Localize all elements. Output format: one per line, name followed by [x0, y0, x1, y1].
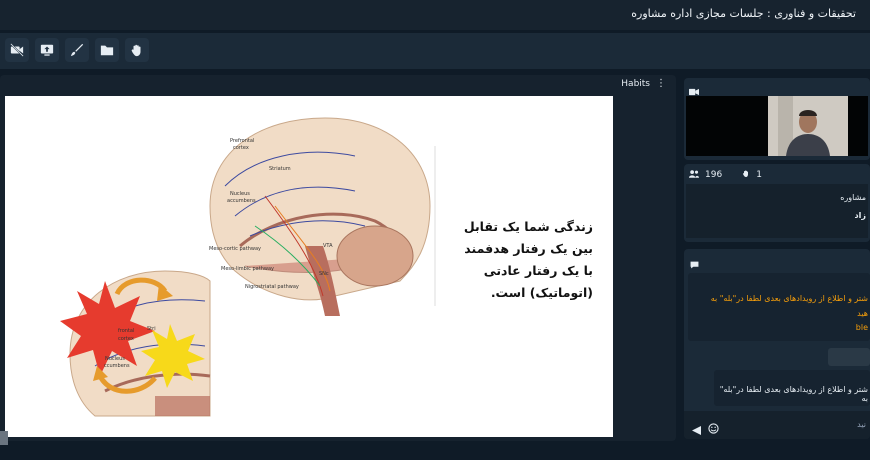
label-cortex: cortex	[233, 145, 249, 151]
raised-hands-count: 1	[756, 170, 762, 180]
chat-reply-bubble	[828, 348, 870, 366]
camera-off-icon	[10, 43, 24, 57]
folder-icon	[100, 45, 114, 56]
webcam-panel	[684, 78, 870, 160]
emoji-icon[interactable]	[708, 419, 719, 438]
share-screen-icon	[40, 44, 54, 56]
label-mesolimbic: Meso-limbic pathway	[221, 266, 274, 272]
chat-message-line: ble	[855, 323, 868, 332]
participants-panel: 196 1 مشاوره زاد	[684, 164, 870, 242]
label-nigrostriatal: Nigrostriatal pathway	[245, 284, 299, 290]
users-icon	[689, 169, 699, 181]
label-frontal-2: frontal	[118, 328, 135, 334]
stage-title: Habits	[621, 78, 650, 89]
whiteboard-brush-button[interactable]	[65, 38, 89, 62]
chat-icon	[690, 254, 699, 273]
chat-message-line: شتر و اطلاع از رویدادهای بعدی لطفا در"بل…	[719, 385, 868, 403]
more-options-icon[interactable]: ⋮	[656, 78, 666, 89]
scroll-handle[interactable]	[0, 431, 8, 445]
label-striatum: Striatum	[269, 166, 291, 172]
hand-raised-icon	[742, 169, 750, 181]
presenter-video	[768, 96, 848, 156]
stage-header: Habits ⋮	[621, 78, 666, 89]
brush-icon	[70, 43, 84, 57]
slide-line: بین یک رفتار هدفمند	[464, 241, 593, 256]
bottom-bar	[0, 431, 870, 460]
chat-input[interactable]: نید	[857, 420, 866, 429]
files-button[interactable]	[95, 38, 119, 62]
participant-count: 196	[705, 170, 723, 180]
label-nucleus: Nucleus	[230, 191, 250, 197]
send-icon[interactable]	[692, 420, 701, 439]
label-prefrontal: Prefrontal	[230, 138, 255, 144]
label-snc: SNc	[319, 271, 329, 277]
label-accumbens-2: ccumbens	[104, 363, 130, 369]
toolbar	[0, 33, 870, 69]
chat-message-2: شتر و اطلاع از رویدادهای بعدی لطفا در"بل…	[714, 370, 870, 406]
label-mesocortic: Meso-cortic pathway	[209, 246, 261, 252]
slide-line: زندگی شما یک تقابل	[463, 219, 593, 234]
presentation-stage: Habits ⋮ Prefrontal cortex Striatum Nucl…	[0, 75, 676, 441]
chat-message-line: هید	[857, 309, 868, 318]
share-screen-button[interactable]	[35, 38, 59, 62]
slide-line: (اتوماتیک) است.	[490, 285, 593, 300]
slide-line: با یک رفتار عادتی	[483, 263, 593, 278]
label-accumbens: accumbens	[227, 198, 256, 204]
label-vta: VTA	[323, 243, 333, 249]
camera-off-button[interactable]	[5, 38, 29, 62]
slide-text: زندگی شما یک تقابل بین یک رفتار هدفمند ب…	[463, 216, 593, 304]
label-cortex-2: cortex	[118, 336, 134, 342]
raise-hand-button[interactable]	[125, 38, 149, 62]
hand-icon	[131, 44, 141, 57]
chat-input-bar: نید	[684, 411, 870, 439]
video-feed	[686, 96, 868, 156]
chat-message: شتر و اطلاع از رویدادهای بعدی لطفا در"بل…	[688, 273, 870, 341]
window-title: تحقیقات و فناوری : جلسات مجازی اداره مشا…	[631, 7, 856, 20]
label-nucleus-2: Nucleus	[105, 356, 125, 362]
label-striatum-2: Stri	[147, 326, 156, 332]
info-line-2: زاد	[854, 211, 866, 220]
slide: Prefrontal cortex Striatum Nucleus accum…	[5, 96, 613, 437]
info-line-1: مشاوره	[840, 193, 866, 202]
chat-message-line: شتر و اطلاع از رویدادهای بعدی لطفا در"بل…	[710, 294, 868, 303]
title-bar: تحقیقات و فناوری : جلسات مجازی اداره مشا…	[0, 0, 870, 30]
chat-panel: شتر و اطلاع از رویدادهای بعدی لطفا در"بل…	[684, 249, 870, 439]
